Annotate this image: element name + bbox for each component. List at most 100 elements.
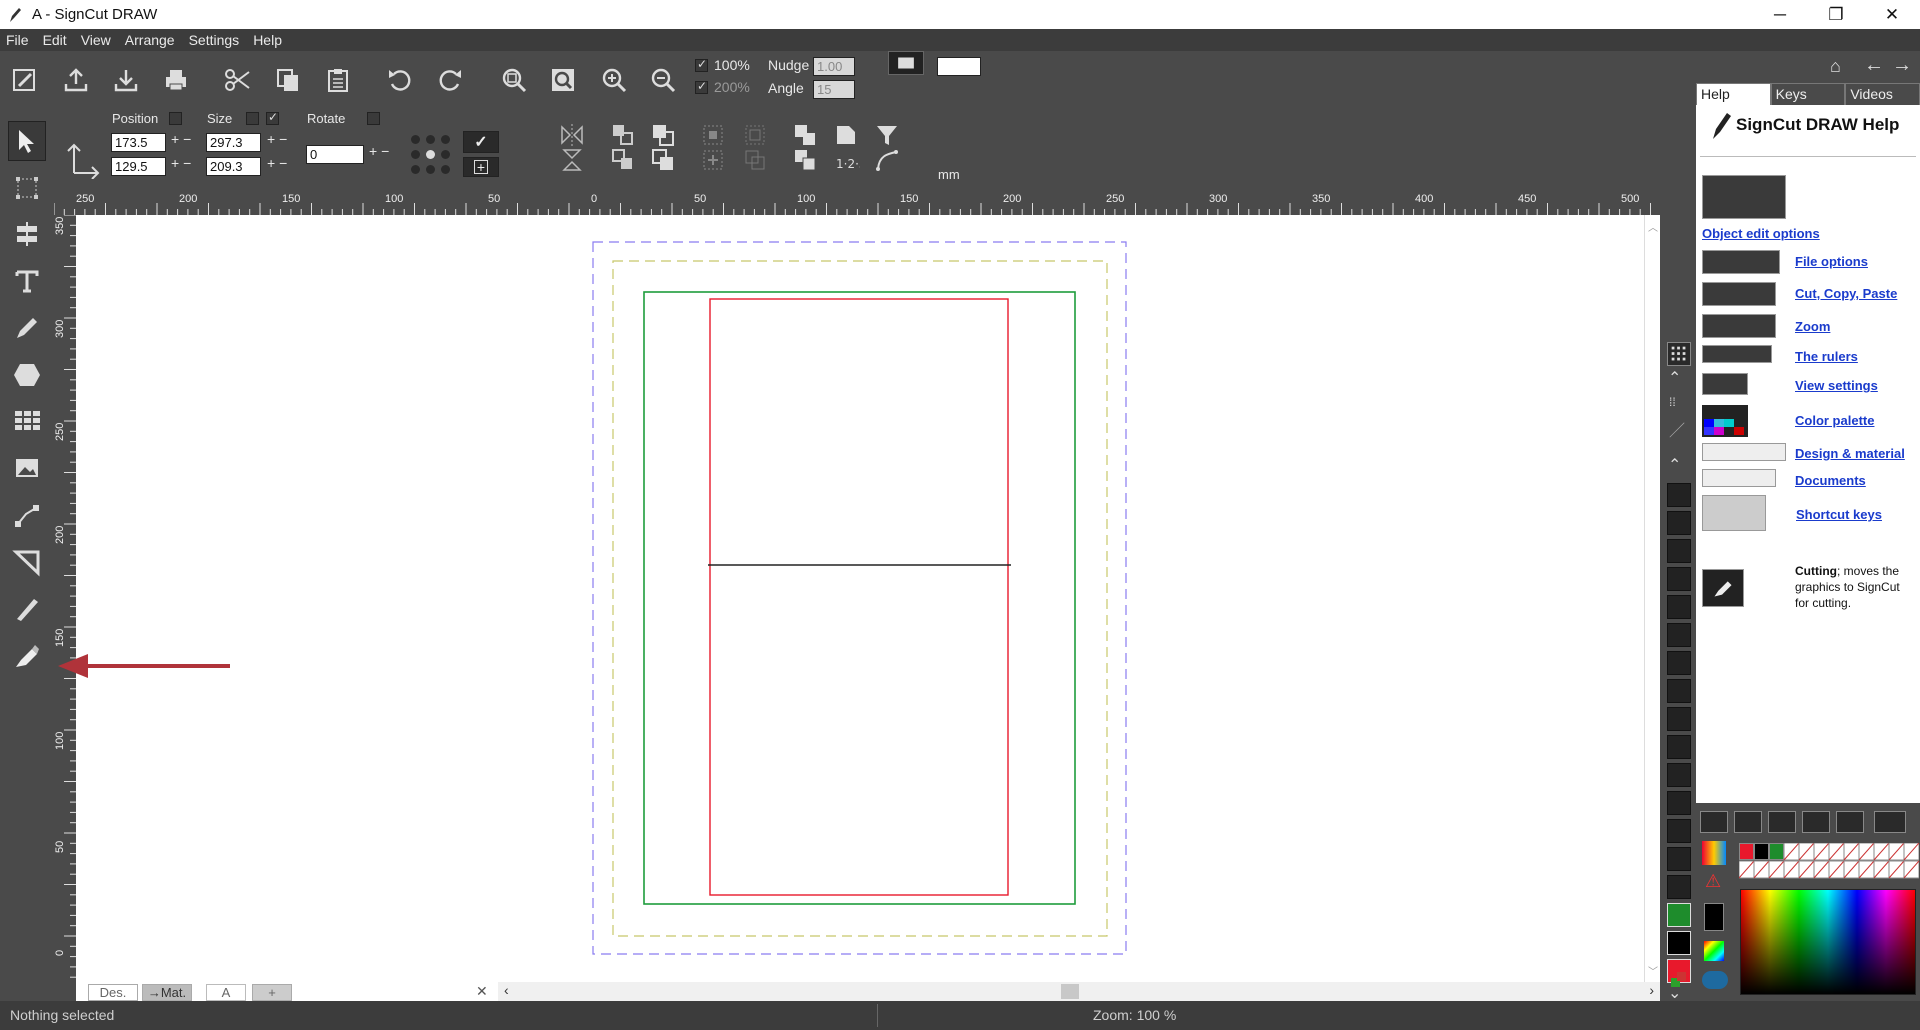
- forward-arrow-icon[interactable]: →: [1892, 54, 1912, 77]
- position-y-input[interactable]: 129.5: [111, 157, 166, 176]
- red-rectangle[interactable]: [709, 298, 1009, 896]
- rotate-checkbox[interactable]: [367, 112, 380, 125]
- vertical-scrollbar[interactable]: ︿ ﹀: [1644, 215, 1660, 982]
- rotate-plusminus[interactable]: + −: [369, 143, 389, 159]
- scroll-down-icon[interactable]: ﹀: [1648, 963, 1658, 978]
- snap-grid-icon[interactable]: ⁞⁞: [1669, 395, 1676, 409]
- height-input[interactable]: 209.3: [206, 157, 261, 176]
- color-preview[interactable]: [937, 57, 981, 76]
- mirror-horizontal-button[interactable]: [557, 123, 587, 147]
- rotate-input[interactable]: 0: [306, 145, 364, 164]
- zoom-link[interactable]: Zoom: [1795, 319, 1830, 334]
- material-tab[interactable]: →Mat.: [142, 984, 192, 1001]
- color-swap-icon[interactable]: [1669, 970, 1689, 990]
- nudge-input[interactable]: 1.00: [813, 57, 855, 76]
- height-plusminus[interactable]: + −: [267, 155, 287, 171]
- empty-swatches[interactable]: [1739, 843, 1919, 879]
- layers-button[interactable]: [1734, 811, 1762, 833]
- cut-copy-paste-link[interactable]: Cut, Copy, Paste: [1795, 286, 1897, 301]
- ruler-toggle-button[interactable]: [1874, 811, 1906, 833]
- green-rectangle[interactable]: [643, 291, 1076, 905]
- anchor-center[interactable]: [426, 150, 435, 159]
- anchor-mid-left[interactable]: [411, 150, 420, 159]
- table-tool[interactable]: [8, 401, 46, 441]
- export-button[interactable]: [109, 63, 143, 97]
- transparency-toggle[interactable]: [1702, 971, 1728, 989]
- menu-view[interactable]: View: [81, 32, 111, 48]
- scroll-right-icon[interactable]: ›: [1649, 982, 1654, 998]
- palette-slot-2[interactable]: [1667, 511, 1691, 535]
- minimize-button[interactable]: ─: [1752, 0, 1808, 29]
- bring-front-button[interactable]: [790, 123, 820, 147]
- color-spectrum[interactable]: [1740, 889, 1916, 995]
- fill-mode-button[interactable]: [1700, 811, 1728, 833]
- menu-help[interactable]: Help: [253, 32, 282, 48]
- scroll-left-icon[interactable]: ‹: [504, 982, 509, 998]
- node-edit-button[interactable]: [872, 148, 902, 172]
- anchor-top-right[interactable]: [441, 135, 450, 144]
- palette-slot-7[interactable]: [1667, 651, 1691, 675]
- ungroup-button[interactable]: [608, 148, 638, 172]
- distribute-button[interactable]: [698, 148, 728, 172]
- close-tab-icon[interactable]: ✕: [476, 983, 488, 1000]
- width-plusminus[interactable]: + −: [267, 131, 287, 147]
- width-input[interactable]: 297.3: [206, 133, 261, 152]
- pen-tool[interactable]: [8, 308, 46, 348]
- color-picker-icon[interactable]: [1704, 941, 1724, 961]
- weld-button[interactable]: [740, 123, 770, 147]
- apply-button[interactable]: ✓: [463, 131, 499, 153]
- home-icon[interactable]: ⌂: [1830, 56, 1841, 77]
- palette-black[interactable]: [1667, 931, 1691, 955]
- zoom-fit-button[interactable]: [497, 63, 531, 97]
- palette-slot-5[interactable]: [1667, 595, 1691, 619]
- drawing-canvas[interactable]: [76, 215, 1644, 982]
- anchor-top-center[interactable]: [426, 135, 435, 144]
- restore-button[interactable]: ❐: [1808, 0, 1864, 29]
- palette-slot-11[interactable]: [1667, 763, 1691, 787]
- back-arrow-icon[interactable]: ←: [1864, 54, 1884, 77]
- zoom-page-button[interactable]: [546, 63, 580, 97]
- size-proportional-checkbox[interactable]: [266, 110, 279, 125]
- group-button[interactable]: [608, 123, 638, 147]
- shape-button[interactable]: [831, 123, 861, 147]
- menu-arrange[interactable]: Arrange: [125, 32, 175, 48]
- tab-help[interactable]: Help: [1696, 83, 1771, 105]
- filter-button[interactable]: [872, 123, 902, 147]
- file-options-link[interactable]: File options: [1795, 254, 1868, 269]
- print-button[interactable]: [159, 63, 193, 97]
- zoom-out-button[interactable]: [646, 63, 680, 97]
- palette-up-icon[interactable]: ⌃: [1668, 455, 1681, 475]
- anchor-mid-right[interactable]: [441, 150, 450, 159]
- palette-green[interactable]: [1667, 903, 1691, 927]
- current-stroke-color[interactable]: [1704, 903, 1724, 931]
- send-back-button[interactable]: [790, 148, 820, 172]
- anchor-top-left[interactable]: [411, 135, 420, 144]
- frame-button[interactable]: [1802, 811, 1830, 833]
- color-palette-link[interactable]: Color palette: [1795, 413, 1874, 428]
- image-tool[interactable]: [8, 448, 46, 488]
- position-x-plusminus[interactable]: + −: [171, 131, 191, 147]
- redo-button[interactable]: [433, 63, 467, 97]
- horizontal-scrollbar[interactable]: ‹ ›: [498, 982, 1660, 1001]
- vertical-ruler[interactable]: 350 300 250 200 150 100 50 0: [54, 215, 76, 982]
- undo-button[interactable]: [383, 63, 417, 97]
- design-material-link[interactable]: Design & material: [1795, 446, 1905, 461]
- position-checkbox[interactable]: [169, 112, 182, 125]
- add-document-tab[interactable]: +: [252, 984, 292, 1001]
- menu-edit[interactable]: Edit: [43, 32, 67, 48]
- palette-slot-1[interactable]: [1667, 483, 1691, 507]
- zoom-200-checkbox[interactable]: [695, 79, 708, 94]
- angle-input[interactable]: 15: [813, 80, 855, 99]
- zoom-100-checkbox[interactable]: [695, 57, 708, 72]
- horizontal-ruler[interactable]: 250 200 150 100 50 0 50 100 150 200 250 300 350 400 45…: [54, 191, 1660, 215]
- palette-slot-6[interactable]: [1667, 623, 1691, 647]
- mirror-vertical-button[interactable]: [557, 148, 587, 172]
- text-style-button[interactable]: [1768, 811, 1796, 833]
- copy-button[interactable]: [271, 63, 305, 97]
- rulers-link[interactable]: The rulers: [1795, 349, 1858, 364]
- position-x-input[interactable]: 173.5: [111, 133, 166, 152]
- palette-slot-8[interactable]: [1667, 679, 1691, 703]
- palette-slot-9[interactable]: [1667, 707, 1691, 731]
- shape-tool[interactable]: [8, 355, 46, 395]
- break-apart-button[interactable]: [648, 148, 678, 172]
